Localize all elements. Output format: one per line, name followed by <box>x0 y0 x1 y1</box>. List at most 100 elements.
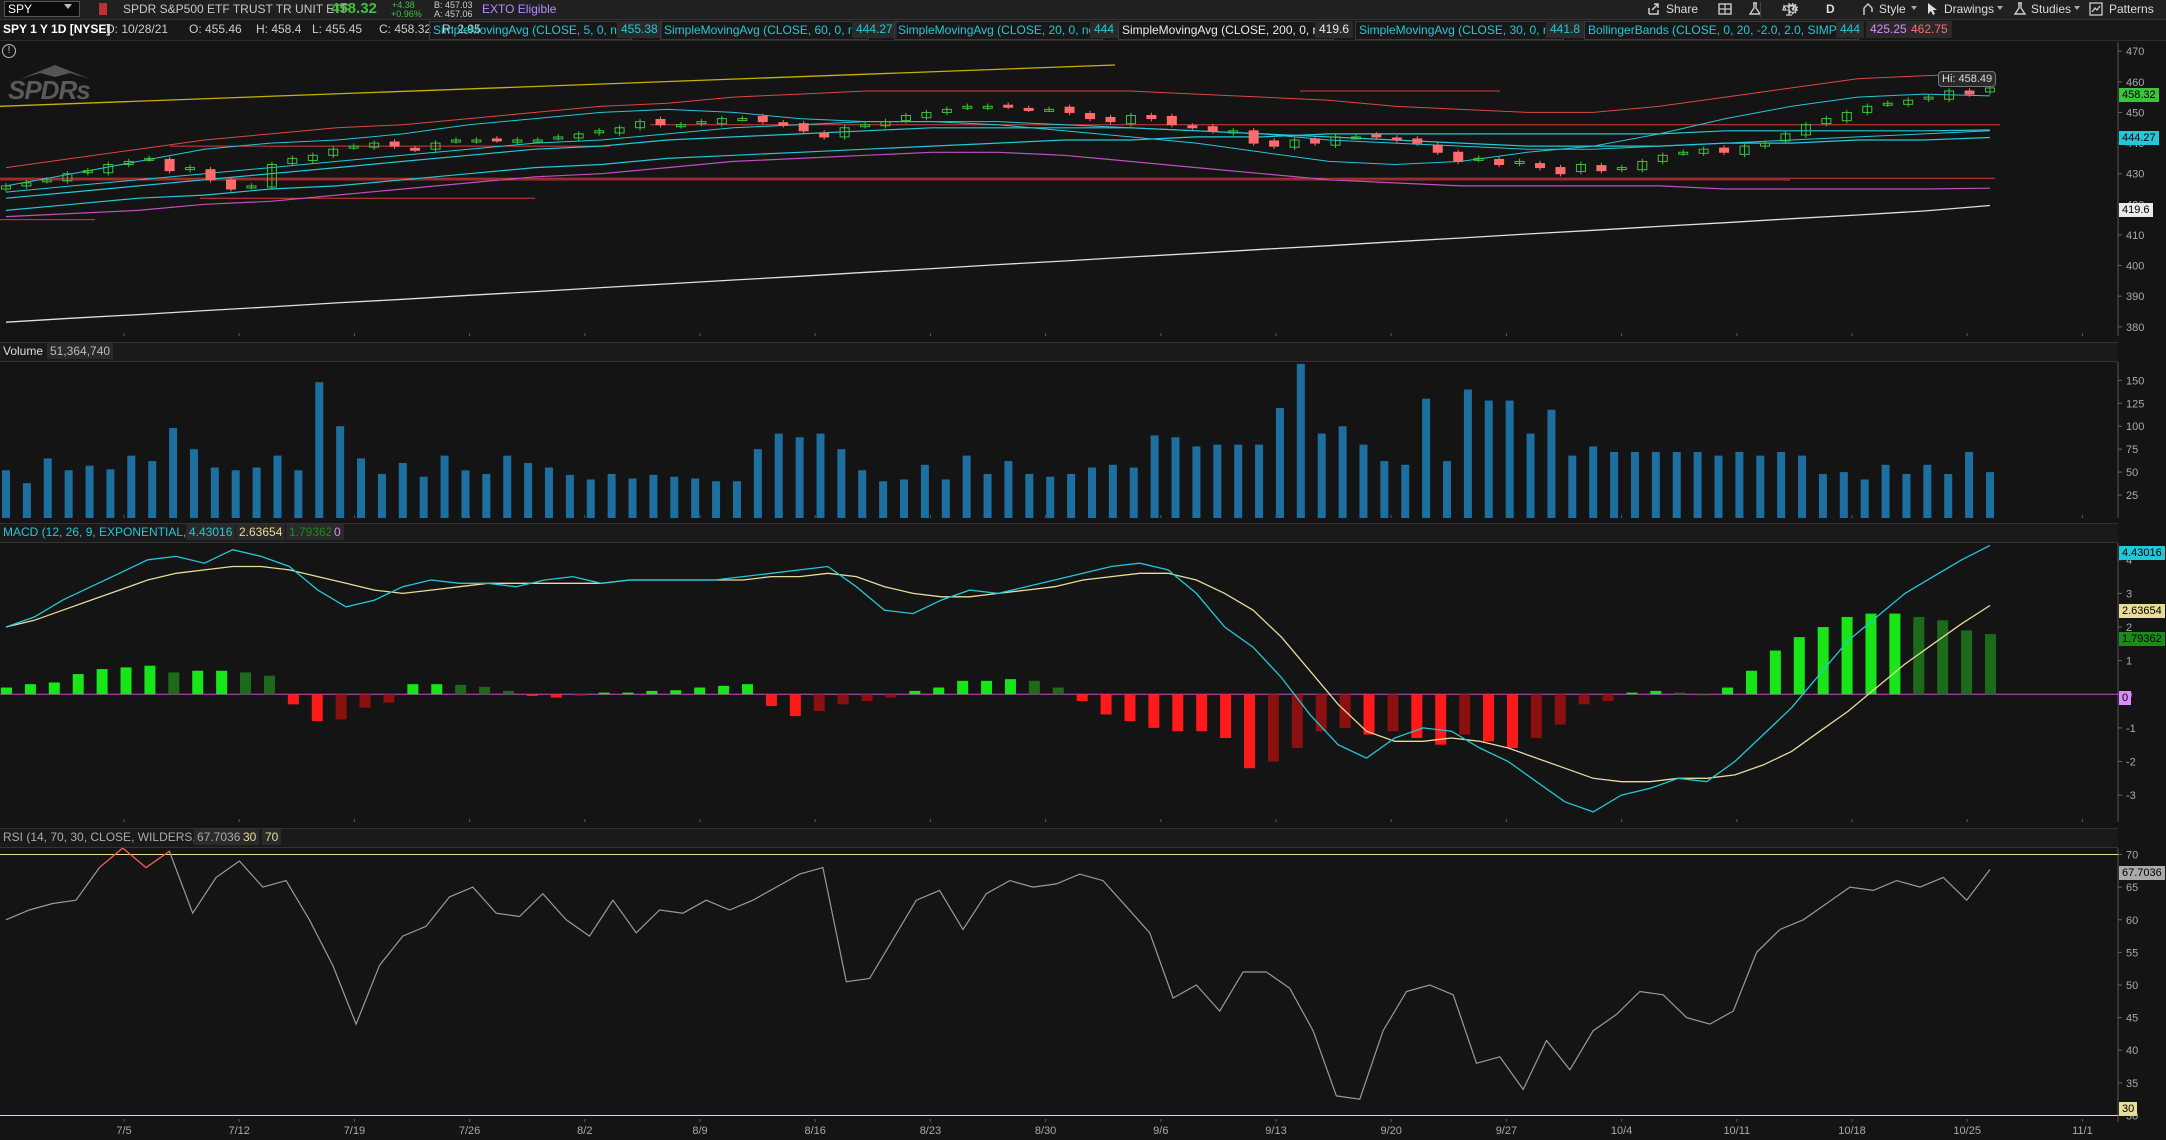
volume-bar <box>1944 473 1953 518</box>
volume-label[interactable]: Volume <box>0 343 46 359</box>
studies-button[interactable]: Studies <box>2031 2 2071 16</box>
ohlc-close: C: 458.32 <box>379 22 432 36</box>
macd-histogram-bar <box>1387 694 1399 732</box>
candle <box>1269 140 1280 147</box>
rsi-label[interactable]: RSI (14, 70, 30, CLOSE, WILDERS, no) <box>0 829 219 845</box>
volume-bar <box>1150 435 1159 518</box>
bollinger-study-label[interactable]: BollingerBands (CLOSE, 0, 20, -2.0, 2.0,… <box>1584 21 1860 40</box>
volume-bar <box>1129 467 1138 518</box>
volume-axis-label: 150 <box>2126 375 2144 387</box>
macd-histogram-bar <box>1004 679 1016 695</box>
patterns-icon[interactable] <box>2089 2 2103 19</box>
x-axis-label: 9/20 <box>1380 1125 1401 1137</box>
candle <box>1596 165 1607 172</box>
macd-histogram-bar <box>646 690 658 695</box>
volume-bar <box>1986 472 1994 518</box>
patterns-button[interactable]: Patterns <box>2109 2 2154 16</box>
price-axis-label: 430 <box>2126 169 2144 181</box>
x-axis-label: 9/6 <box>1153 1125 1168 1137</box>
symbol-dropdown-icon[interactable] <box>64 4 72 9</box>
macd-histogram-bar <box>1148 694 1160 728</box>
macd-histogram-bar <box>335 694 347 720</box>
macd-histogram-bar <box>1243 694 1255 769</box>
volume-bar <box>670 476 679 518</box>
x-axis-label: 7/26 <box>459 1125 480 1137</box>
chart-area[interactable]: 380390400410420430440450460470 255075100… <box>0 41 2166 1140</box>
drawings-button[interactable]: Drawings <box>1944 2 1994 16</box>
volume-bar <box>1463 389 1472 518</box>
sma20-study-label[interactable]: SimpleMovingAvg (CLOSE, 20, 0, no) <box>894 21 1104 40</box>
drawings-dropdown-icon[interactable] <box>1997 6 2003 10</box>
settings-gear-icon[interactable]: ⚙ <box>1786 0 1799 18</box>
volume-pane: 25 50 75 100 125 150 <box>0 362 2144 518</box>
sma200-study-label[interactable]: SimpleMovingAvg (CLOSE, 200, 0, no) <box>1118 21 1334 40</box>
sma60-price-tag: 444.27 <box>2119 131 2159 145</box>
sma60-study-label[interactable]: SimpleMovingAvg (CLOSE, 60, 0, no) <box>660 21 870 40</box>
info-icon[interactable]: ! <box>2 44 16 58</box>
exto-eligible-label[interactable]: EXTO Eligible <box>482 2 556 16</box>
macd-histogram-bar <box>1722 687 1734 695</box>
style-button[interactable]: Style <box>1879 2 1906 16</box>
volume-bar <box>1568 455 1577 518</box>
macd-pane: -3-2-101234 <box>0 543 2136 822</box>
macd-avg-value: 2.63654 <box>236 524 286 540</box>
macd-histogram-bar <box>502 690 514 695</box>
macd-axis-label: 3 <box>2126 588 2132 600</box>
volume-bar <box>127 455 136 518</box>
candle <box>655 118 666 126</box>
price-axis-label: 380 <box>2126 322 2144 334</box>
spdr-logo: SPDRs <box>8 75 91 105</box>
volume-axis-label: 125 <box>2126 398 2144 410</box>
volume-bar <box>1004 461 1013 518</box>
aggregation-period-button[interactable]: D <box>1826 2 1835 16</box>
macd-histogram-bar <box>1530 694 1542 738</box>
style-dropdown-icon[interactable] <box>1911 6 1917 10</box>
candle <box>778 122 789 126</box>
price-pane: 380390400410420430440450460470 <box>0 42 2144 336</box>
macd-histogram-bar <box>383 694 395 703</box>
link-color-icon[interactable] <box>99 3 107 15</box>
studies-dropdown-icon[interactable] <box>2074 6 2080 10</box>
macd-histogram-bar <box>1602 694 1614 701</box>
studies-flask-icon[interactable] <box>2013 2 2027 19</box>
ohlc-low: L: 455.45 <box>312 22 363 36</box>
candle <box>225 179 236 190</box>
macd-histogram-bar <box>263 675 275 695</box>
macd-histogram-bar <box>1363 694 1375 735</box>
volume-bar <box>1046 476 1055 518</box>
volume-bar <box>795 437 804 518</box>
cursor-icon[interactable] <box>1926 2 1938 19</box>
rsi-axis-label: 45 <box>2126 1013 2138 1025</box>
sma200-price-tag: 419.6 <box>2119 203 2153 217</box>
sma30-study-label[interactable]: SimpleMovingAvg (CLOSE, 30, 0, no) <box>1355 21 1565 40</box>
price-axis-label: 470 <box>2126 46 2144 58</box>
candle <box>1535 163 1546 169</box>
macd-histogram-bar <box>431 684 443 695</box>
volume-bar <box>1192 446 1201 518</box>
volume-bar <box>1714 455 1723 518</box>
style-icon[interactable] <box>1861 2 1875 19</box>
macd-histogram-bar <box>909 690 921 695</box>
candle <box>410 147 421 151</box>
macd-histogram-bar <box>1220 694 1232 738</box>
share-button[interactable]: Share <box>1666 2 1698 16</box>
macd-histogram-bar <box>1267 694 1279 762</box>
x-axis-label: 11/1 <box>2072 1125 2093 1137</box>
volume-bar <box>1923 464 1932 518</box>
x-axis-label: 9/27 <box>1496 1125 1517 1137</box>
x-axis-label: 8/16 <box>804 1125 825 1137</box>
ohlc-high: H: 458.4 <box>256 22 302 36</box>
sma5-study-label[interactable]: SimpleMovingAvg (CLOSE, 5, 0, no) <box>429 21 632 40</box>
macd-label[interactable]: MACD (12, 26, 9, EXPONENTIAL, no) <box>0 524 210 540</box>
volume-bar <box>377 473 386 518</box>
rsi-header <box>0 828 2118 848</box>
macd-histogram-bar <box>957 680 969 695</box>
x-axis-label: 8/9 <box>692 1125 707 1137</box>
share-icon[interactable] <box>1647 2 1661 19</box>
grid-layout-icon[interactable] <box>1718 2 1733 19</box>
macd-histogram-bar <box>1889 613 1901 695</box>
macd-histogram-bar <box>1745 670 1757 695</box>
volume-bar <box>1317 433 1326 518</box>
volume-bar <box>1526 433 1535 518</box>
bollinger-upper-value: 462.75 <box>1907 21 1952 38</box>
